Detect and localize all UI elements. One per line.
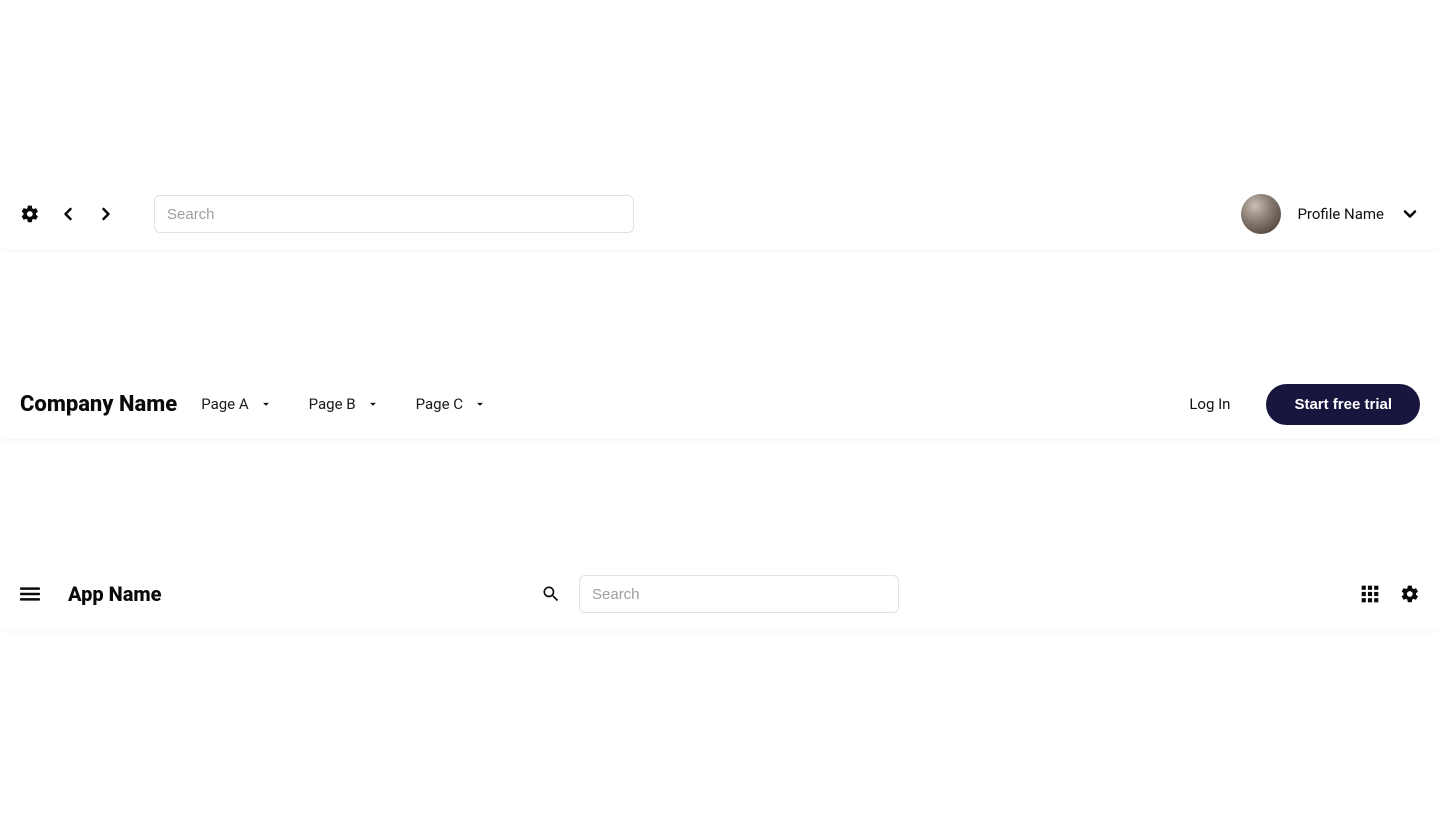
app-name: App Name <box>68 582 162 606</box>
nav-link-label: Page A <box>201 395 248 413</box>
chevron-left-icon[interactable] <box>58 204 78 224</box>
navbar-left-group: App Name <box>20 582 162 606</box>
navbar-right-group <box>1360 584 1420 604</box>
avatar[interactable] <box>1241 194 1281 234</box>
navbar-profile: Profile Name <box>0 179 1440 249</box>
login-link[interactable]: Log In <box>1189 395 1230 413</box>
settings-icon[interactable] <box>1400 584 1420 604</box>
navbar-app: App Name <box>0 559 1440 629</box>
navbar-company: Company Name Page A Page B Page C Log In… <box>0 369 1440 439</box>
nav-link-page-b[interactable]: Page B <box>309 395 380 413</box>
settings-icon[interactable] <box>20 204 40 224</box>
nav-link-label: Page B <box>309 395 356 413</box>
search-icon[interactable] <box>541 584 561 604</box>
profile-group[interactable]: Profile Name <box>1241 194 1420 234</box>
navbar-left-group <box>20 195 634 233</box>
nav-link-page-c[interactable]: Page C <box>416 395 487 413</box>
start-trial-button[interactable]: Start free trial <box>1266 384 1420 425</box>
caret-down-icon <box>473 397 487 411</box>
search-input[interactable] <box>154 195 634 233</box>
caret-down-icon <box>259 397 273 411</box>
chevron-down-icon[interactable] <box>1400 204 1420 224</box>
navbar-right-group: Log In Start free trial <box>1189 384 1420 425</box>
nav-link-label: Page C <box>416 395 463 413</box>
profile-name-label: Profile Name <box>1297 205 1384 223</box>
grid-icon[interactable] <box>1360 584 1380 604</box>
nav-link-page-a[interactable]: Page A <box>201 395 272 413</box>
chevron-right-icon[interactable] <box>96 204 116 224</box>
hamburger-icon[interactable] <box>20 584 40 604</box>
navbar-center-group <box>541 575 899 613</box>
nav-links: Page A Page B Page C <box>201 395 487 413</box>
caret-down-icon <box>366 397 380 411</box>
search-input[interactable] <box>579 575 899 613</box>
company-brand: Company Name <box>20 392 177 417</box>
